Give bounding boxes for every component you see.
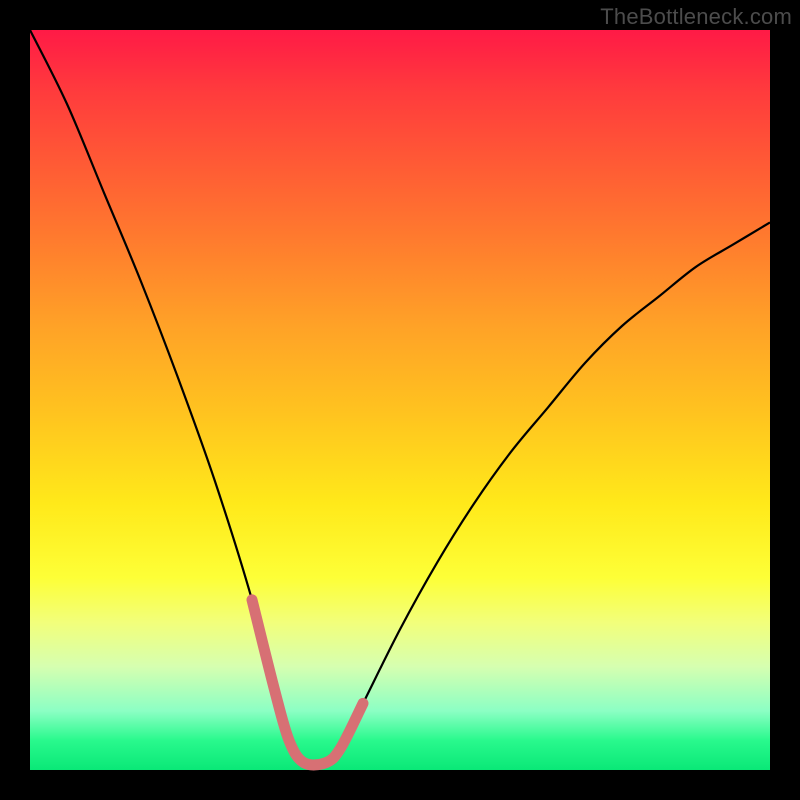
watermark-text: TheBottleneck.com: [600, 4, 792, 30]
plot-area: [30, 30, 770, 770]
curve-path-main: [30, 30, 770, 765]
chart-frame: TheBottleneck.com: [0, 0, 800, 800]
bottleneck-curve: [30, 30, 770, 770]
curve-path-accent: [252, 600, 363, 765]
